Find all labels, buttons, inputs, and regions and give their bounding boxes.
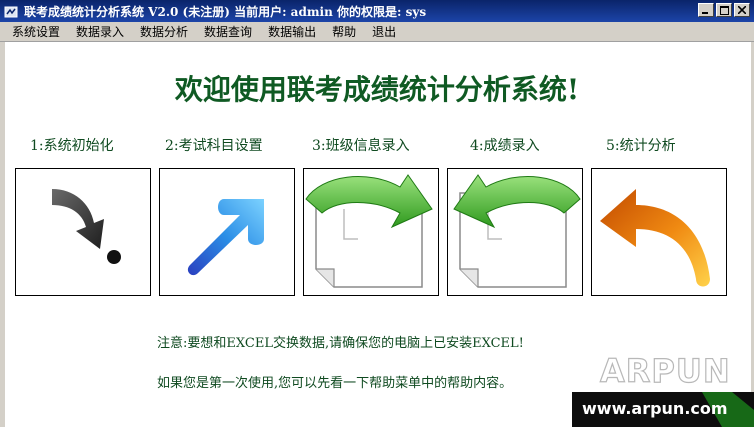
- step-4-score-entry-button[interactable]: [447, 168, 583, 296]
- watermark-banner: www.arpun.com: [572, 392, 754, 427]
- menu-data-query[interactable]: 数据查询: [194, 23, 258, 40]
- document-forward-icon: [305, 174, 433, 288]
- close-icon: [738, 6, 746, 14]
- curved-arrow-back-icon: [600, 189, 710, 287]
- step-5-label: 5:统计分析: [606, 138, 676, 154]
- menu-bar: 系统设置 数据录入 数据分析 数据查询 数据输出 帮助 退出: [0, 22, 754, 42]
- curved-arrow-down-right-icon: [52, 189, 121, 264]
- step-2-exam-subject-button[interactable]: [159, 168, 295, 296]
- menu-data-output[interactable]: 数据输出: [258, 23, 322, 40]
- menu-data-analysis[interactable]: 数据分析: [130, 23, 194, 40]
- menu-exit[interactable]: 退出: [362, 23, 402, 40]
- step-3-label: 3:班级信息录入: [312, 138, 410, 154]
- maximize-icon: [719, 5, 729, 15]
- watermark-url: www.arpun.com: [582, 399, 728, 418]
- step-3-class-info-button[interactable]: [303, 168, 439, 296]
- window-title: 联考成绩统计分析系统 V2.0 (未注册) 当前用户: admin 你的权限是:…: [24, 4, 427, 19]
- minimize-button[interactable]: [698, 3, 714, 17]
- maximize-button[interactable]: [716, 3, 732, 17]
- arpun-logo: ARPUN: [599, 351, 728, 388]
- step-1-system-init-button[interactable]: [15, 168, 151, 296]
- document-back-icon: [453, 174, 581, 288]
- arpun-logo-text: ARPUN: [600, 352, 728, 388]
- menu-system-settings[interactable]: 系统设置: [0, 23, 66, 40]
- close-button[interactable]: [734, 3, 750, 17]
- step-2-label: 2:考试科目设置: [165, 138, 263, 154]
- excel-notice: 注意:要想和EXCEL交换数据,请确保您的电脑上已安装EXCEL!: [157, 336, 524, 351]
- step-1-label: 1:系统初始化: [30, 138, 114, 154]
- minimize-icon: [702, 12, 708, 14]
- app-icon: [4, 4, 18, 18]
- step-5-statistics-button[interactable]: [591, 168, 727, 296]
- welcome-heading: 欢迎使用联考成绩统计分析系统!: [174, 73, 580, 106]
- menu-help[interactable]: 帮助: [322, 23, 362, 40]
- title-bar[interactable]: 联考成绩统计分析系统 V2.0 (未注册) 当前用户: admin 你的权限是:…: [0, 0, 754, 22]
- menu-data-entry[interactable]: 数据录入: [66, 23, 130, 40]
- help-hint: 如果您是第一次使用,您可以先看一下帮助菜单中的帮助内容。: [157, 376, 513, 391]
- step-4-label: 4:成绩录入: [470, 138, 540, 154]
- arrow-up-right-icon: [187, 199, 264, 276]
